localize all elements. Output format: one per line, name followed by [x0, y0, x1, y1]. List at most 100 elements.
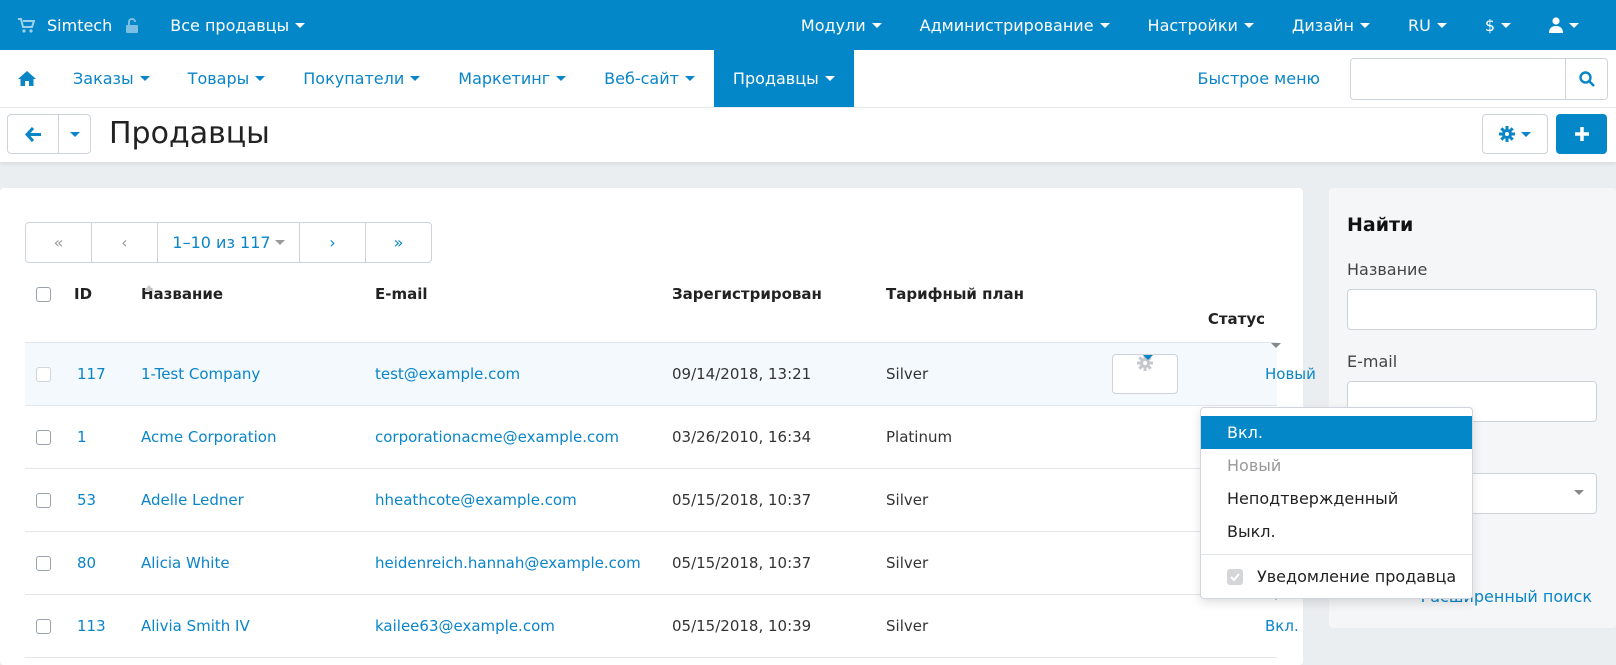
row-checkbox[interactable]	[36, 367, 51, 382]
chevron-down-icon	[1143, 355, 1153, 360]
chevron-down-icon	[255, 76, 266, 81]
column-status[interactable]: Статус	[1208, 310, 1265, 328]
table-row: 113 Alivia Smith IV kailee63@example.com…	[25, 595, 1299, 658]
email-label: E-mail	[1347, 352, 1398, 371]
table-header: ID Название E-mail Зарегистрирован Тариф…	[25, 278, 1277, 343]
vendor-email-link[interactable]: corporationacme@example.com	[375, 406, 619, 469]
chevron-down-icon	[1359, 22, 1370, 28]
pagination-first[interactable]: «	[26, 223, 92, 262]
pagination-range-selector[interactable]: 1–10 из 117	[158, 223, 300, 262]
pagination: « ‹ 1–10 из 117 › »	[25, 222, 432, 263]
plus-icon	[1574, 126, 1590, 142]
store-name: Simtech	[47, 15, 113, 35]
top-bar: Simtech Все продавцы Модули Администриро…	[0, 0, 1616, 50]
plan-name: Silver	[886, 617, 929, 635]
row-actions-button[interactable]	[1112, 354, 1178, 394]
column-email[interactable]: E-mail	[375, 285, 428, 303]
menu-settings-label: Настройки	[1147, 15, 1238, 35]
status-option-active[interactable]: Вкл.	[1201, 416, 1472, 449]
status-option-new: Новый	[1227, 456, 1282, 475]
store-link[interactable]: Simtech	[0, 0, 150, 50]
menu-user[interactable]	[1530, 0, 1598, 50]
gear-icon	[1499, 126, 1515, 142]
nav-customers[interactable]: Покупатели	[284, 50, 439, 107]
vendor-name-link[interactable]: Adelle Ledner	[141, 469, 244, 532]
nav-orders[interactable]: Заказы	[54, 50, 169, 107]
column-id[interactable]: ID	[74, 285, 92, 303]
notify-vendor-option[interactable]: Уведомление продавца	[1227, 560, 1456, 593]
column-registered[interactable]: Зарегистрирован	[672, 285, 822, 303]
pagination-next[interactable]: ›	[300, 223, 366, 262]
select-all-checkbox[interactable]	[36, 287, 51, 302]
nav-products-label: Товары	[187, 69, 250, 88]
registered-date: 09/14/2018, 13:21	[672, 365, 812, 383]
nav-orders-label: Заказы	[73, 69, 134, 88]
nav-home[interactable]	[0, 50, 54, 107]
nav-website[interactable]: Веб-сайт	[585, 50, 714, 107]
menu-currency-label: $	[1484, 15, 1495, 35]
vendor-email-link[interactable]: hheathcote@example.com	[375, 469, 577, 532]
status-option-disabled[interactable]: Выкл.	[1201, 515, 1472, 548]
notify-vendor-checkbox[interactable]	[1227, 568, 1243, 585]
menu-modules[interactable]: Модули	[782, 0, 901, 50]
vendor-name-link[interactable]: 1-Test Company	[141, 343, 260, 406]
pagination-last[interactable]: »	[366, 223, 431, 262]
chevron-down-icon	[684, 76, 695, 81]
page-settings-button[interactable]	[1482, 114, 1548, 154]
vendor-email-link[interactable]: test@example.com	[375, 343, 520, 406]
nav-marketing-label: Маркетинг	[458, 69, 551, 88]
row-checkbox[interactable]	[36, 430, 51, 445]
page-header: Продавцы	[0, 108, 1616, 162]
vendor-id-link[interactable]: 1	[77, 406, 87, 469]
chevron-down-icon	[556, 76, 567, 81]
row-checkbox[interactable]	[36, 556, 51, 571]
vendor-email-link[interactable]: kailee63@example.com	[375, 595, 555, 658]
chevron-down-icon	[274, 240, 285, 245]
vendor-name-link[interactable]: Alicia White	[141, 532, 230, 595]
search-input[interactable]	[1351, 58, 1565, 99]
name-field[interactable]	[1347, 289, 1597, 330]
row-checkbox[interactable]	[36, 619, 51, 634]
vendor-id-link[interactable]: 117	[77, 343, 106, 406]
pagination-prev[interactable]: ‹	[92, 223, 158, 262]
menu-currency[interactable]: $	[1466, 0, 1530, 50]
nav-vendors[interactable]: Продавцы	[713, 50, 854, 107]
search-icon	[1578, 70, 1595, 87]
unlock-icon[interactable]	[126, 17, 139, 33]
vendor-name-link[interactable]: Alivia Smith IV	[141, 595, 250, 658]
menu-design[interactable]: Дизайн	[1273, 0, 1389, 50]
nav-marketing[interactable]: Маркетинг	[439, 50, 585, 107]
menu-administration[interactable]: Администрирование	[901, 0, 1129, 50]
vendor-name-link[interactable]: Acme Corporation	[141, 406, 276, 469]
dropdown-divider	[1201, 554, 1472, 555]
menu-language[interactable]: RU	[1389, 0, 1466, 50]
vendor-email-link[interactable]: heidenreich.hannah@example.com	[375, 532, 641, 595]
vendor-selector-label: Все продавцы	[170, 15, 290, 35]
chevron-down-icon	[139, 76, 150, 81]
chevron-down-icon	[69, 131, 80, 137]
row-checkbox[interactable]	[36, 493, 51, 508]
status-option-pending[interactable]: Неподтвержденный	[1201, 482, 1472, 515]
back-button-group	[7, 114, 91, 154]
nav-products[interactable]: Товары	[169, 50, 285, 107]
add-vendor-button[interactable]	[1556, 114, 1607, 154]
vendor-id-link[interactable]: 53	[77, 469, 96, 532]
registered-date: 05/15/2018, 10:39	[672, 617, 812, 635]
arrow-left-icon	[24, 126, 42, 142]
vendor-id-link[interactable]: 113	[77, 595, 106, 658]
chevron-down-icon	[1243, 22, 1254, 28]
column-plan[interactable]: Тарифный план	[886, 285, 1024, 303]
vendor-id-link[interactable]: 80	[77, 532, 96, 595]
back-button[interactable]	[8, 115, 59, 153]
page-title: Продавцы	[109, 116, 270, 151]
main-nav: Заказы Товары Покупатели Маркетинг Веб-с…	[0, 50, 1616, 108]
search-button[interactable]	[1565, 58, 1607, 99]
back-history-dropdown[interactable]	[59, 115, 90, 153]
quick-menu-link[interactable]: Быстрое меню	[1198, 69, 1350, 88]
menu-design-label: Дизайн	[1291, 15, 1354, 35]
menu-settings[interactable]: Настройки	[1129, 0, 1273, 50]
user-icon	[1549, 17, 1563, 33]
vendor-selector[interactable]: Все продавцы	[158, 0, 317, 50]
plan-name: Silver	[886, 491, 929, 509]
menu-language-label: RU	[1407, 15, 1431, 35]
